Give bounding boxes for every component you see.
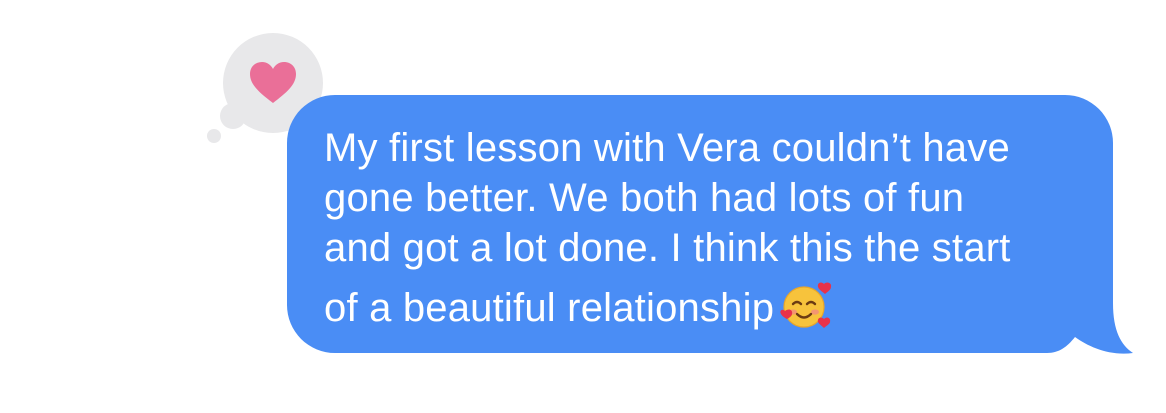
message-bubble[interactable]: My first lesson with Vera couldn’t have …: [287, 95, 1135, 357]
message-text: My first lesson with Vera couldn’t have …: [324, 123, 1104, 333]
message-line-4: of a beautiful relationship: [324, 273, 1104, 333]
message-line-4-text: of a beautiful relationship: [324, 286, 775, 330]
message-line-3: and got a lot done. I think this the sta…: [324, 226, 1011, 270]
smiling-face-with-hearts-icon: [780, 282, 832, 328]
message-line-2: gone better. We both had lots of fun: [324, 176, 965, 220]
message-line-1: My first lesson with Vera couldn’t have: [324, 126, 1010, 170]
message-thread: My first lesson with Vera couldn’t have …: [0, 0, 1166, 413]
tapback-tail-dot: [207, 129, 221, 143]
